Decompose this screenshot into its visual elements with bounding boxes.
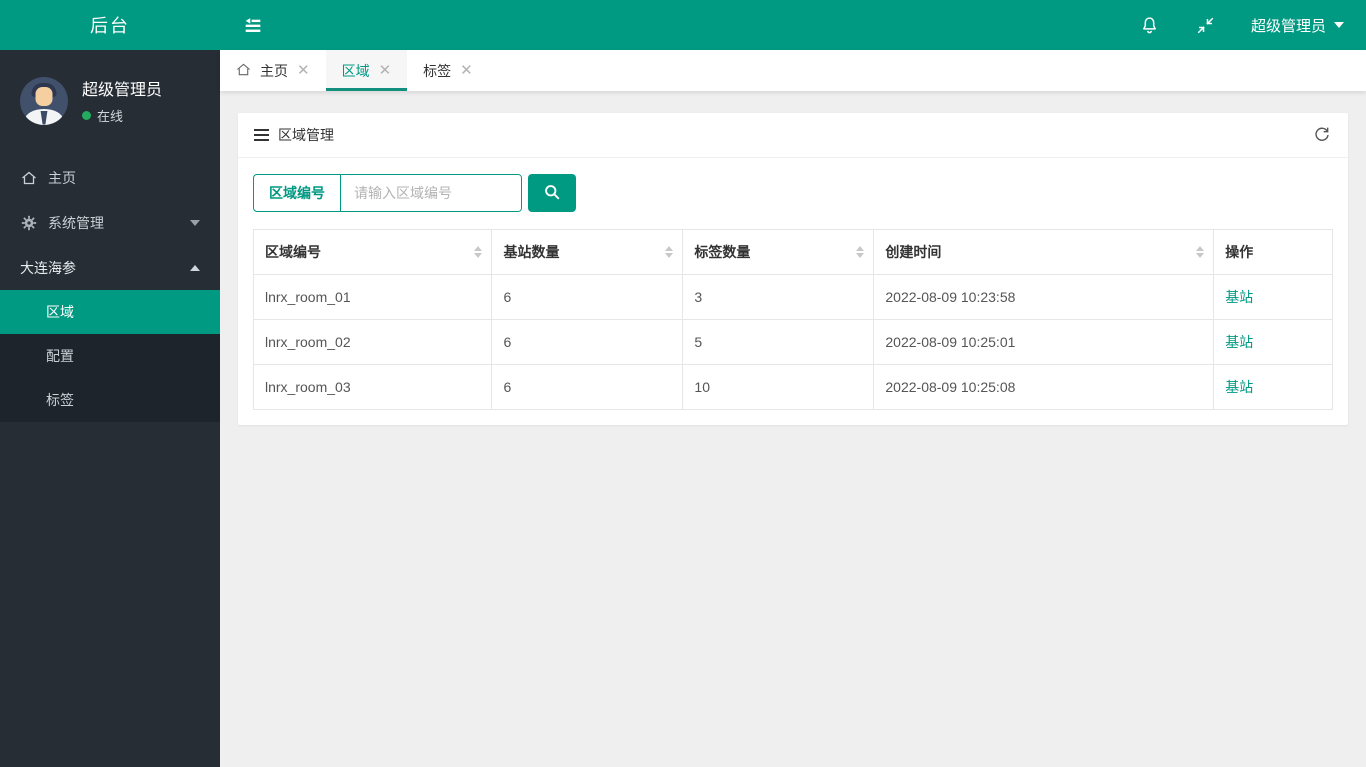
refresh-icon[interactable] (1312, 125, 1332, 145)
cell-station-count: 6 (491, 364, 684, 410)
chevron-down-icon (190, 219, 200, 226)
list-icon (254, 129, 269, 141)
sort-icon[interactable] (856, 246, 865, 258)
column-header-region-id[interactable]: 区域编号 (252, 229, 493, 275)
sidebar: 后台 超级管理员 在线 主页 系统管理 大连海参 区域 配置 标签 (0, 0, 220, 767)
search-button[interactable] (528, 174, 576, 212)
search-input-group: 区域编号 (253, 174, 522, 212)
cell-region-id: lnrx_room_02 (252, 319, 493, 365)
submenu-item-label: 标签 (46, 392, 74, 408)
sidebar-item-config[interactable]: 配置 (0, 334, 220, 378)
region-table: 区域编号 基站数量 标签数量 创建时间 操作 lnrx_room_01 6 3 … (252, 229, 1333, 410)
sidebar-item-home[interactable]: 主页 (0, 155, 220, 200)
cell-station-count: 6 (491, 274, 684, 320)
base-station-link[interactable]: 基站 (1225, 289, 1253, 305)
content-area: 区域管理 区域编号 请输入区域编号 区域编号 基站数量 标签数量 创建时间 操作… (220, 91, 1366, 767)
avatar (20, 76, 68, 125)
sort-icon[interactable] (1196, 246, 1205, 258)
close-icon[interactable]: ✕ (379, 63, 392, 78)
gear-icon (20, 215, 37, 231)
sort-icon[interactable] (665, 246, 674, 258)
tab-region[interactable]: 区域 ✕ (325, 50, 408, 91)
user-dropdown-label: 超级管理员 (1250, 17, 1326, 35)
tab-tag[interactable]: 标签 ✕ (407, 50, 489, 91)
exit-fullscreen-icon[interactable] (1196, 16, 1215, 35)
main-area: 超级管理员 主页 ✕ 区域 ✕ 标签 ✕ 区域管理 区域编号 请输入区域编号 区… (220, 0, 1366, 767)
panel-title: 区域管理 (278, 127, 334, 143)
cell-tag-count: 10 (682, 364, 875, 410)
chevron-up-icon (190, 264, 200, 271)
chevron-down-icon (1334, 22, 1344, 28)
user-status: 在线 (82, 106, 162, 125)
cell-region-id: lnrx_room_03 (252, 364, 493, 410)
search-row: 区域编号 (253, 174, 1333, 212)
column-header-created-at[interactable]: 创建时间 (873, 229, 1215, 275)
table-header-row: 区域编号 基站数量 标签数量 创建时间 操作 (252, 229, 1333, 275)
column-header-tag-count[interactable]: 标签数量 (682, 229, 875, 275)
base-station-link[interactable]: 基站 (1225, 379, 1253, 395)
tab-home[interactable]: 主页 ✕ (220, 50, 326, 91)
base-station-link[interactable]: 基站 (1225, 334, 1253, 350)
cell-tag-count: 3 (682, 274, 875, 320)
column-header-station-count[interactable]: 基站数量 (491, 229, 684, 275)
app-window: 后台 超级管理员 在线 主页 系统管理 大连海参 区域 配置 标签 超级管理员 … (0, 0, 1366, 767)
tab-label: 标签 (423, 62, 452, 79)
sidebar-nav: 主页 系统管理 大连海参 区域 配置 标签 (0, 155, 220, 422)
table-row: lnrx_room_01 6 3 2022-08-09 10:23:58 基站 (252, 274, 1333, 320)
tab-label: 主页 (260, 62, 288, 79)
submenu-item-label: 配置 (46, 348, 74, 364)
user-status-label: 在线 (97, 109, 124, 124)
table-row: lnrx_room_02 6 5 2022-08-09 10:25:01 基站 (252, 319, 1333, 365)
sidebar-item-system-admin[interactable]: 系统管理 (0, 200, 220, 245)
online-dot-icon (82, 111, 91, 120)
user-name: 超级管理员 (82, 82, 163, 99)
cell-created-at: 2022-08-09 10:25:01 (873, 319, 1215, 365)
panel-body: 区域编号 请输入区域编号 区域编号 基站数量 标签数量 创建时间 操作 lnrx… (238, 158, 1348, 425)
close-icon[interactable]: ✕ (297, 63, 310, 78)
cell-created-at: 2022-08-09 10:23:58 (873, 274, 1215, 320)
topbar: 超级管理员 (220, 0, 1366, 50)
sort-icon[interactable] (474, 246, 483, 258)
close-icon[interactable]: ✕ (460, 63, 473, 78)
sidebar-item-dalian-haishen[interactable]: 大连海参 (0, 245, 220, 290)
search-icon (543, 183, 561, 204)
region-id-search-input[interactable] (341, 175, 521, 211)
home-icon (236, 62, 251, 80)
region-management-panel: 区域管理 区域编号 请输入区域编号 区域编号 基站数量 标签数量 创建时间 操作… (238, 113, 1348, 425)
column-header-actions: 操作 (1213, 229, 1333, 275)
user-dropdown[interactable]: 超级管理员 (1251, 15, 1344, 36)
collapse-menu-icon[interactable] (242, 14, 264, 36)
app-logo: 后台 (0, 0, 220, 50)
sidebar-item-label: 大连海参 (20, 259, 76, 276)
bell-icon[interactable] (1139, 15, 1160, 36)
panel-header: 区域管理 (238, 113, 1348, 158)
table-row: lnrx_room_03 6 10 2022-08-09 10:25:08 基站 (252, 364, 1333, 410)
home-icon (20, 170, 37, 186)
user-block: 超级管理员 在线 (0, 50, 220, 155)
sidebar-item-tag[interactable]: 标签 (0, 378, 220, 422)
sidebar-submenu: 区域 配置 标签 (0, 290, 220, 422)
tab-bar: 主页 ✕ 区域 ✕ 标签 ✕ (220, 50, 1366, 91)
cell-station-count: 6 (491, 319, 684, 365)
sidebar-item-label: 主页 (48, 169, 76, 186)
sidebar-item-region[interactable]: 区域 (0, 290, 220, 334)
cell-tag-count: 5 (682, 319, 875, 365)
search-field-label: 区域编号 (254, 175, 341, 211)
tab-label: 区域 (341, 62, 370, 79)
cell-created-at: 2022-08-09 10:25:08 (873, 364, 1215, 410)
submenu-item-label: 区域 (46, 304, 74, 320)
sidebar-item-label: 系统管理 (48, 214, 104, 231)
cell-region-id: lnrx_room_01 (252, 274, 493, 320)
